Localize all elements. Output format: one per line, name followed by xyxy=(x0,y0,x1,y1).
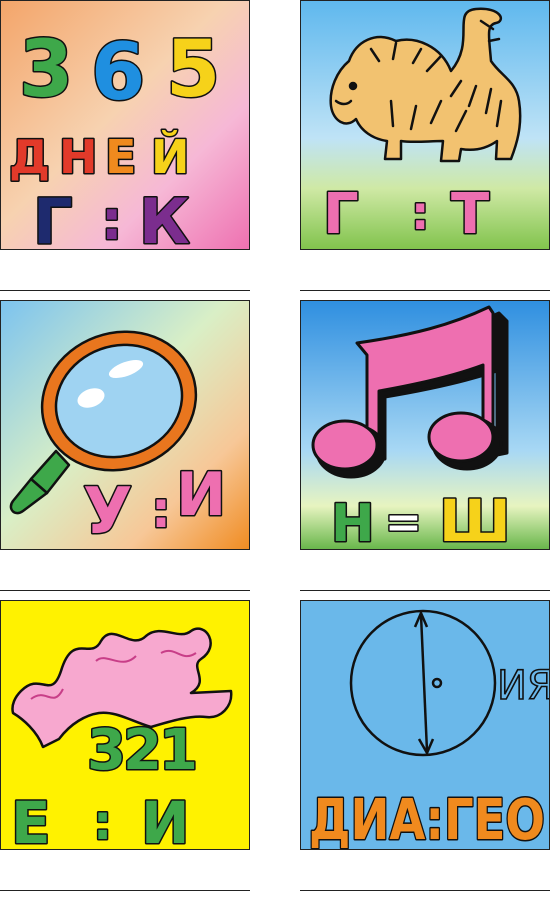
days-letter-3: Е xyxy=(105,130,136,184)
rule-colon: : xyxy=(93,795,112,850)
rule-letter-right: Т xyxy=(451,182,489,247)
number-2: 2 xyxy=(123,718,162,783)
rebus-card-5: 3 2 1 Е : И xyxy=(0,600,250,850)
dia-geo-text: ДИА:ГЕО xyxy=(309,788,545,850)
rule-letter-left: Е xyxy=(11,789,51,850)
days-letter-1: Д xyxy=(9,130,50,184)
rule-colon: : xyxy=(101,189,123,250)
rule-equals: = xyxy=(385,497,422,548)
number-1: 1 xyxy=(159,718,198,783)
answer-line-1 xyxy=(0,290,250,291)
days-letter-2: Н xyxy=(59,130,98,184)
rebus-card-4-art: Н = Ш xyxy=(301,301,549,550)
calendar-number-6: 6 xyxy=(91,28,145,118)
rebus-card-5-art: 3 2 1 Е : И xyxy=(1,601,249,850)
rebus-card-1: 3 6 5 Д Н Е Й Г : К xyxy=(0,0,250,250)
answer-line-3 xyxy=(0,590,250,591)
rule-colon: : xyxy=(411,186,429,240)
answer-line-4 xyxy=(300,590,550,591)
calendar-number-3: 3 xyxy=(19,25,73,115)
calendar-number-5: 5 xyxy=(166,25,220,115)
rule-letter-left: Н xyxy=(331,494,375,550)
rebus-card-3: У : И xyxy=(0,300,250,550)
days-letter-4: Й xyxy=(151,130,190,184)
rule-letter-left: У xyxy=(83,475,132,549)
rebus-card-6: ИЯ ДИА:ГЕО xyxy=(300,600,550,850)
letters-ia: ИЯ xyxy=(497,663,550,709)
answer-line-2 xyxy=(300,290,550,291)
answer-line-5 xyxy=(0,890,250,891)
rule-letter-right: Ш xyxy=(439,487,511,550)
answer-line-6 xyxy=(300,890,550,891)
rebus-card-3-art: У : И xyxy=(1,301,249,549)
rule-letter-left: Г xyxy=(33,185,73,250)
rebus-card-4: Н = Ш xyxy=(300,300,550,550)
rule-letter-right: И xyxy=(141,789,190,850)
rule-letter-left: Г xyxy=(323,182,359,247)
rebus-card-6-art: ИЯ ДИА:ГЕО xyxy=(301,601,550,850)
rule-colon: : xyxy=(151,481,171,539)
number-3: 3 xyxy=(87,718,126,783)
rebus-card-1-art: 3 6 5 Д Н Е Й Г : К xyxy=(1,1,249,250)
rebus-card-2-art: Г : Т xyxy=(301,1,549,249)
rebus-card-2: Г : Т xyxy=(300,0,550,250)
rule-letter-right: К xyxy=(139,185,190,250)
rule-letter-right: И xyxy=(176,460,226,530)
